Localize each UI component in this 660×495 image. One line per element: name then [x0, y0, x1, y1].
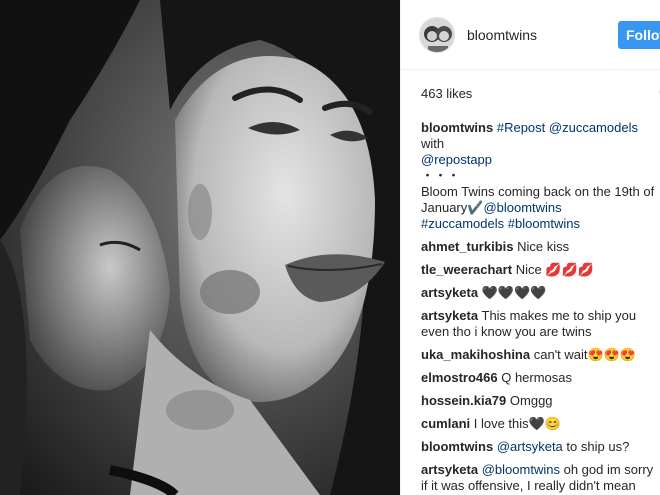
- photo-image: [0, 0, 400, 495]
- comment-username[interactable]: bloomtwins: [421, 439, 493, 454]
- comment-text: Nice kiss: [517, 239, 570, 254]
- comment-username[interactable]: tle_weerachart: [421, 262, 512, 277]
- comment-text: I love this🖤😊: [473, 416, 562, 431]
- comment-username[interactable]: hossein.kia79: [421, 393, 506, 408]
- comment-mention[interactable]: @artsyketa: [497, 439, 563, 454]
- comment-item: artsyketa 🖤🖤🖤🖤: [421, 285, 657, 301]
- caption-dots: ・・・: [421, 168, 461, 183]
- caption-mention[interactable]: @bloomtwins: [483, 200, 561, 215]
- comment-text: 🖤🖤🖤🖤: [481, 285, 547, 300]
- comment-item: ahmet_turkibis Nice kiss: [421, 239, 657, 255]
- comment-username[interactable]: artsyketa: [421, 285, 478, 300]
- comment-item: uka_makihoshina can't wait😍😍😍: [421, 347, 657, 363]
- comments-list: bloomtwins #Repost @zuccamodels with @re…: [421, 120, 657, 495]
- follow-button[interactable]: Follow: [618, 21, 660, 49]
- caption-text: Bloom Twins: [421, 184, 499, 199]
- caption-hashtag[interactable]: #Repost: [497, 120, 545, 135]
- comment-item: hossein.kia79 Omggg: [421, 393, 657, 409]
- post-header: bloomtwins Follow: [401, 0, 660, 70]
- avatar[interactable]: [419, 16, 455, 53]
- comment-text: to ship us?: [566, 439, 630, 454]
- caption-hashtag[interactable]: #zuccamodels: [421, 216, 504, 231]
- post-details-panel: bloomtwins Follow 463 likes 9 bloomtwins…: [400, 0, 660, 495]
- post-caption: bloomtwins #Repost @zuccamodels with @re…: [421, 120, 657, 232]
- comment-text: Omggg: [509, 393, 553, 408]
- username[interactable]: bloomtwins: [467, 27, 537, 43]
- caption-text: with: [421, 136, 445, 151]
- comment-username[interactable]: elmostro466: [421, 370, 498, 385]
- comment-username[interactable]: artsyketa: [421, 308, 478, 323]
- caption-username[interactable]: bloomtwins: [421, 120, 493, 135]
- comment-item: artsyketa @bloomtwins oh god im sorry if…: [421, 462, 657, 494]
- likes-count[interactable]: 463 likes: [421, 86, 472, 101]
- comment-item: tle_weerachart Nice 💋💋💋: [421, 262, 657, 278]
- comment-username[interactable]: cumlani: [421, 416, 470, 431]
- comment-text: can't wait😍😍😍: [533, 347, 637, 362]
- comment-mention[interactable]: @bloomtwins: [482, 462, 560, 477]
- likes-row: 463 likes 9: [421, 86, 660, 106]
- comment-text: Q hermosas: [501, 370, 573, 385]
- comment-text: Nice 💋💋💋: [515, 262, 594, 277]
- comment-username[interactable]: artsyketa: [421, 462, 478, 477]
- comment-item: bloomtwins @artsyketa to ship us?: [421, 439, 657, 455]
- comment-item: elmostro466 Q hermosas: [421, 370, 657, 386]
- caption-hashtag[interactable]: #bloomtwins: [508, 216, 580, 231]
- comment-item: artsyketa This makes me to ship you even…: [421, 308, 657, 340]
- comment-username[interactable]: uka_makihoshina: [421, 347, 530, 362]
- comment-item: cumlani I love this🖤😊: [421, 416, 657, 432]
- caption-mention[interactable]: @zuccamodels: [549, 120, 638, 135]
- caption-mention[interactable]: @repostapp: [421, 152, 492, 167]
- comment-username[interactable]: ahmet_turkibis: [421, 239, 513, 254]
- post-photo[interactable]: [0, 0, 400, 495]
- avatar-image: [420, 17, 454, 52]
